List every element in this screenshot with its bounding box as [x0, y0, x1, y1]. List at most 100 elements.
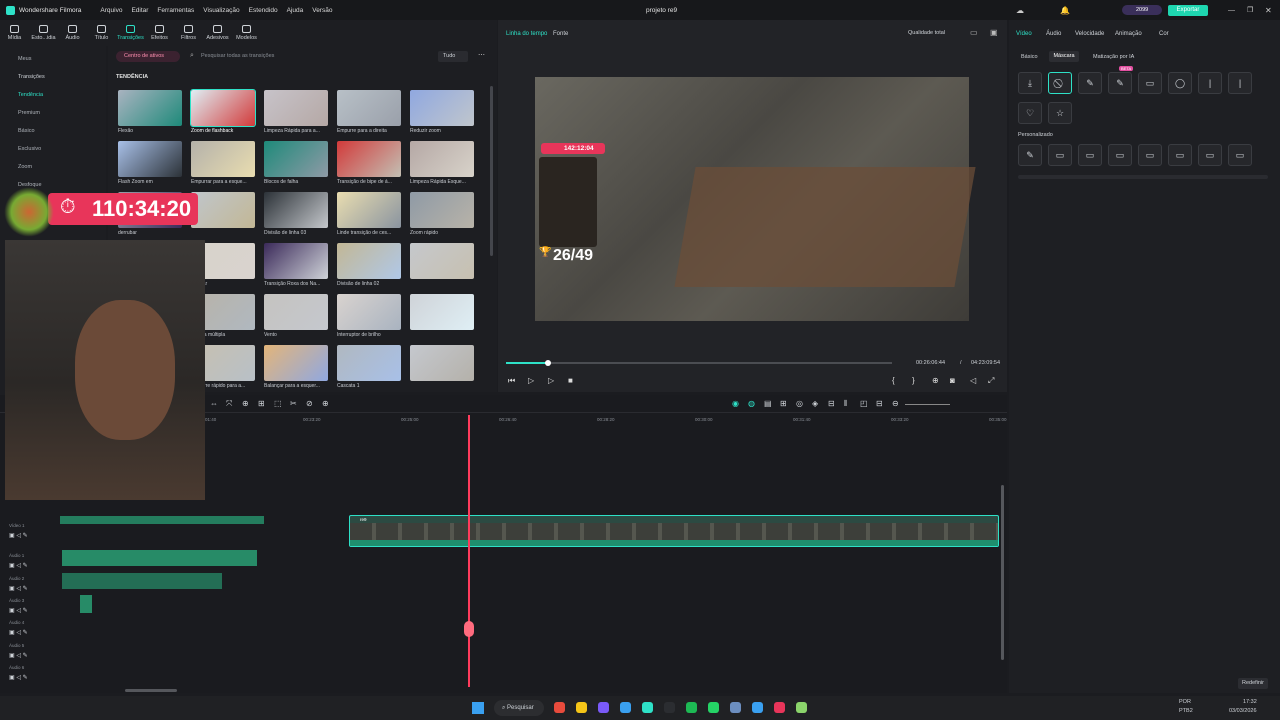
timeline-tool-icon[interactable]: ⊕ — [242, 399, 249, 408]
tab-timeline[interactable]: Linha do tempo — [506, 31, 547, 37]
timeline-scrollbar[interactable] — [125, 689, 177, 692]
mask-shape-button[interactable]: ▭ — [1138, 72, 1162, 94]
tool-effects[interactable]: Efeitos — [145, 25, 174, 41]
transition-tile[interactable] — [190, 89, 256, 127]
timeline-tool-icon[interactable]: ⇔ — [210, 399, 218, 408]
camera-icon[interactable]: ◙ — [950, 376, 955, 385]
timeline-tool-icon[interactable]: ⊞ — [780, 399, 787, 408]
tool-filters[interactable]: Filtros — [174, 25, 203, 41]
custom-mask-button[interactable]: ▭ — [1198, 144, 1222, 166]
transition-tile[interactable] — [410, 141, 474, 177]
transition-tile[interactable] — [337, 345, 401, 381]
keyboard-layout[interactable]: PTB2 — [1179, 708, 1193, 714]
transition-tile[interactable] — [337, 90, 401, 126]
mask-shape-button[interactable]: ✎ — [1078, 72, 1102, 94]
tab-animation[interactable]: Animação — [1115, 31, 1142, 37]
timeline-tool-icon[interactable]: ⊟ — [828, 399, 835, 408]
menu-estendido[interactable]: Estendido — [249, 7, 278, 14]
timeline-tool-icon[interactable]: ✂ — [290, 399, 297, 408]
fullscreen-icon[interactable]: ⤢ — [988, 376, 994, 386]
track-controls-icon[interactable]: ▣ ◁ ✎ — [9, 607, 28, 614]
transition-tile[interactable] — [264, 141, 328, 177]
taskbar-app-icon[interactable] — [576, 702, 587, 713]
zoom-icon[interactable]: ⊕ — [932, 376, 939, 385]
custom-mask-button[interactable]: ✎ — [1018, 144, 1042, 166]
subtab-basic[interactable]: Básico — [1021, 54, 1038, 60]
tab-source[interactable]: Fonte — [553, 31, 568, 37]
timeline-tool-icon[interactable]: ◉ — [732, 399, 739, 408]
tab-audio[interactable]: Áudio — [1046, 31, 1061, 37]
sidebar-item-premium[interactable]: Premium — [18, 110, 40, 116]
custom-mask-button[interactable]: ▭ — [1108, 144, 1132, 166]
transition-tile[interactable] — [264, 192, 328, 228]
clock-date[interactable]: 03/03/2026 — [1229, 708, 1257, 714]
menu-ajuda[interactable]: Ajuda — [287, 7, 304, 14]
timeline-tool-icon[interactable]: ⊕ — [322, 399, 329, 408]
play-full-icon[interactable]: ▷ — [548, 376, 554, 385]
transition-tile[interactable] — [410, 90, 474, 126]
transition-tile[interactable] — [337, 192, 401, 228]
transition-tile[interactable] — [118, 90, 182, 126]
tab-speed[interactable]: Velocidade — [1075, 31, 1104, 37]
export-button[interactable]: Exportar — [1168, 5, 1208, 16]
search-input[interactable]: Pesquisar todas as transições — [201, 53, 274, 59]
mask-shape-button[interactable]: ♡ — [1018, 102, 1042, 124]
mask-shape-button[interactable]: | — [1228, 72, 1252, 94]
scrubber-handle[interactable] — [545, 360, 552, 366]
taskbar-app-icon[interactable] — [598, 702, 609, 713]
transition-tile[interactable] — [337, 243, 401, 279]
taskbar-app-icon[interactable] — [664, 702, 675, 713]
mask-shape-button[interactable]: ◯ — [1168, 72, 1192, 94]
menu-versao[interactable]: Versão — [312, 7, 332, 14]
mark-in-icon[interactable]: { — [892, 376, 895, 385]
timeline-vscroll[interactable] — [1001, 485, 1004, 660]
menu-visualizacao[interactable]: Visualização — [203, 7, 239, 14]
playback-scrubber[interactable] — [506, 360, 892, 366]
taskbar-app-icon[interactable] — [708, 702, 719, 713]
taskbar-app-icon[interactable] — [642, 702, 653, 713]
custom-mask-button[interactable]: ▭ — [1138, 144, 1162, 166]
tool-stickers[interactable]: Adesivos — [203, 25, 232, 41]
track-controls-icon[interactable]: ▣ ◁ ✎ — [9, 652, 28, 659]
play-icon[interactable]: ▷ — [528, 376, 534, 385]
transition-tile[interactable] — [264, 294, 328, 330]
taskbar-app-icon[interactable] — [730, 702, 741, 713]
video-clip[interactable]: re9 — [349, 515, 999, 547]
tool-media[interactable]: Mídia — [0, 25, 29, 41]
mask-shape-button[interactable]: ✎ — [1108, 72, 1132, 94]
transition-tile[interactable] — [264, 345, 328, 381]
taskbar-app-icon[interactable] — [796, 702, 807, 713]
transition-tile[interactable] — [264, 243, 328, 279]
transition-tile[interactable] — [118, 141, 182, 177]
tool-audio[interactable]: Áudio — [58, 25, 87, 41]
menu-arquivo[interactable]: Arquivo — [100, 7, 122, 14]
zoom-slider[interactable] — [905, 404, 950, 405]
more-icon[interactable]: ⋯ — [478, 51, 485, 59]
sidebar-item-transitions[interactable]: Transições — [18, 74, 45, 80]
timeline-tool-icon[interactable]: ⊞ — [258, 399, 265, 408]
transition-tile[interactable] — [410, 243, 474, 279]
taskbar-app-icon[interactable] — [774, 702, 785, 713]
track-controls-icon[interactable]: ▣ ◁ ✎ — [9, 532, 28, 539]
mask-shape-button[interactable]: | — [1198, 72, 1222, 94]
timeline-tool-icon[interactable]: ⊟ — [876, 399, 883, 408]
taskbar-search[interactable]: ⌕ Pesquisar — [494, 700, 544, 716]
playhead[interactable] — [464, 415, 475, 687]
transition-tile[interactable] — [410, 294, 474, 330]
transition-tile[interactable] — [337, 294, 401, 330]
timeline-tool-icon[interactable]: ◍ — [748, 399, 755, 408]
stop-icon[interactable]: ■ — [568, 376, 573, 385]
mask-shape-button[interactable]: ⃠ — [1048, 72, 1072, 94]
track-controls-icon[interactable]: ▣ ◁ ✎ — [9, 562, 28, 569]
minimize-icon[interactable]: — — [1228, 7, 1235, 14]
timeline-tool-icon[interactable]: ◎ — [796, 399, 803, 408]
filter-dropdown[interactable]: Tudo — [438, 51, 468, 62]
tab-color[interactable]: Cor — [1159, 31, 1169, 37]
transition-tile[interactable] — [410, 192, 474, 228]
menu-editar[interactable]: Editar — [131, 7, 148, 14]
timeline-tool-icon[interactable]: ⤧ — [226, 399, 232, 409]
sidebar-item-basic[interactable]: Básico — [18, 128, 35, 134]
subtab-mask[interactable]: Máscara — [1049, 51, 1079, 62]
track-controls-icon[interactable]: ▣ ◁ ✎ — [9, 585, 28, 592]
browser-scrollbar[interactable] — [490, 86, 493, 256]
